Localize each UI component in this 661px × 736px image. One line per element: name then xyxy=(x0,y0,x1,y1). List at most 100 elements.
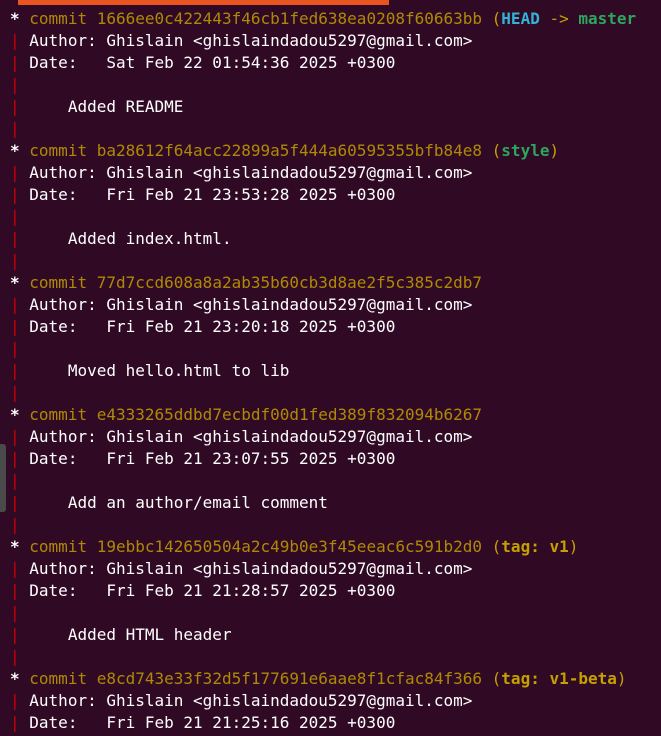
commit-author: Author: Ghislain <ghislaindadou5297@gmai… xyxy=(29,691,473,710)
refs-open: ( xyxy=(482,9,502,28)
tag-ref: tag: v1 xyxy=(501,537,569,556)
graph-edge: | xyxy=(10,229,20,248)
graph-edge: | xyxy=(10,515,20,534)
commit-author: Author: Ghislain <ghislaindadou5297@gmai… xyxy=(29,427,473,446)
ref-arrow: -> xyxy=(539,9,579,28)
blank-line: | xyxy=(10,206,661,228)
author-line: | Author: Ghislain <ghislaindadou5297@gm… xyxy=(10,690,661,712)
commit-hash: e4333265ddbd7ecbdf00d1fed389f832094b6267 xyxy=(96,405,483,424)
graph-edge: | xyxy=(10,647,20,666)
terminal-window[interactable]: * commit 1666ee0c422443f46cb1fed638ea020… xyxy=(0,0,661,736)
message-line: | Added index.html. xyxy=(10,228,661,250)
blank-line: | xyxy=(10,250,661,272)
commit-line: * commit e8cd743e33f32d5f177691e6aae8f1c… xyxy=(10,668,661,690)
blank-line: | xyxy=(10,470,661,492)
author-line: | Author: Ghislain <ghislaindadou5297@gm… xyxy=(10,162,661,184)
date-line: | Date: Fri Feb 21 21:28:57 2025 +0300 xyxy=(10,580,661,602)
date-line: | Date: Fri Feb 21 23:53:28 2025 +0300 xyxy=(10,184,661,206)
refs-close: ) xyxy=(568,537,579,556)
commit-keyword: commit xyxy=(29,273,88,292)
graph-edge: | xyxy=(10,449,20,468)
commit-line: * commit ba28612f64acc22899a5f444a605953… xyxy=(10,140,661,162)
message-line: | Add an author/email comment xyxy=(10,492,661,514)
graph-node: * xyxy=(10,9,20,28)
graph-node: * xyxy=(10,141,20,160)
graph-edge: | xyxy=(10,119,20,138)
commit-date: Date: Sat Feb 22 01:54:36 2025 +0300 xyxy=(29,53,396,72)
graph-edge: | xyxy=(10,603,20,622)
commit-message: Added index.html. xyxy=(29,229,232,248)
scrollbar-handle[interactable] xyxy=(0,444,6,512)
author-line: | Author: Ghislain <ghislaindadou5297@gm… xyxy=(10,294,661,316)
commit-keyword: commit xyxy=(29,669,88,688)
graph-edge: | xyxy=(10,317,20,336)
graph-node: * xyxy=(10,669,20,688)
commit-hash: 77d7ccd608a8a2ab35b60cb3d8ae2f5c385c2db7 xyxy=(96,273,483,292)
refs-close: ) xyxy=(616,669,627,688)
branch-ref: style xyxy=(501,141,550,160)
blank-line: | xyxy=(10,74,661,96)
commit-message: Add an author/email comment xyxy=(29,493,328,512)
commit-keyword: commit xyxy=(29,9,88,28)
commit-date: Date: Fri Feb 21 21:25:16 2025 +0300 xyxy=(29,713,396,732)
commit-keyword: commit xyxy=(29,141,88,160)
graph-edge: | xyxy=(10,31,20,50)
commit-date: Date: Fri Feb 21 23:07:55 2025 +0300 xyxy=(29,449,396,468)
refs-open: ( xyxy=(482,669,502,688)
message-line: | Added README xyxy=(10,96,661,118)
commit-author: Author: Ghislain <ghislaindadou5297@gmai… xyxy=(29,295,473,314)
commit-line: * commit 77d7ccd608a8a2ab35b60cb3d8ae2f5… xyxy=(10,272,661,294)
refs-close: ) xyxy=(549,141,560,160)
blank-line: | xyxy=(10,118,661,140)
commit-author: Author: Ghislain <ghislaindadou5297@gmai… xyxy=(29,559,473,578)
branch-ref: master xyxy=(578,9,637,28)
commit-author: Author: Ghislain <ghislaindadou5297@gmai… xyxy=(29,163,473,182)
graph-edge: | xyxy=(10,251,20,270)
author-line: | Author: Ghislain <ghislaindadou5297@gm… xyxy=(10,426,661,448)
graph-edge: | xyxy=(10,625,20,644)
graph-edge: | xyxy=(10,75,20,94)
commit-message: Moved hello.html to lib xyxy=(29,361,290,380)
commit-keyword: commit xyxy=(29,537,88,556)
author-line: | Author: Ghislain <ghislaindadou5297@gm… xyxy=(10,30,661,52)
commit-message: Added HTML header xyxy=(29,625,232,644)
graph-edge: | xyxy=(10,383,20,402)
blank-line: | xyxy=(10,338,661,360)
date-line: | Date: Sat Feb 22 01:54:36 2025 +0300 xyxy=(10,52,661,74)
date-line: | Date: Fri Feb 21 23:07:55 2025 +0300 xyxy=(10,448,661,470)
commit-line: * commit e4333265ddbd7ecbdf00d1fed389f83… xyxy=(10,404,661,426)
commit-line: * commit 19ebbc142650504a2c49b0e3f45eeac… xyxy=(10,536,661,558)
graph-edge: | xyxy=(10,207,20,226)
commit-hash: 19ebbc142650504a2c49b0e3f45eeac6c591b2d0 xyxy=(96,537,483,556)
blank-line: | xyxy=(10,646,661,668)
graph-edge: | xyxy=(10,427,20,446)
graph-edge: | xyxy=(10,559,20,578)
graph-edge: | xyxy=(10,53,20,72)
tag-ref: tag: v1-beta xyxy=(501,669,617,688)
message-line: | Moved hello.html to lib xyxy=(10,360,661,382)
graph-edge: | xyxy=(10,185,20,204)
graph-edge: | xyxy=(10,361,20,380)
author-line: | Author: Ghislain <ghislaindadou5297@gm… xyxy=(10,558,661,580)
commit-hash: e8cd743e33f32d5f177691e6aae8f1cfac84f366 xyxy=(96,669,483,688)
date-line: | Date: Fri Feb 21 23:20:18 2025 +0300 xyxy=(10,316,661,338)
graph-edge: | xyxy=(10,339,20,358)
graph-edge: | xyxy=(10,163,20,182)
graph-edge: | xyxy=(10,97,20,116)
graph-node: * xyxy=(10,537,20,556)
commit-date: Date: Fri Feb 21 23:53:28 2025 +0300 xyxy=(29,185,396,204)
active-tab-indicator xyxy=(18,0,389,5)
commit-date: Date: Fri Feb 21 23:20:18 2025 +0300 xyxy=(29,317,396,336)
graph-edge: | xyxy=(10,471,20,490)
date-line: | Date: Fri Feb 21 21:25:16 2025 +0300 xyxy=(10,712,661,734)
head-ref: HEAD xyxy=(501,9,540,28)
blank-line: | xyxy=(10,382,661,404)
commit-keyword: commit xyxy=(29,405,88,424)
graph-node: * xyxy=(10,273,20,292)
message-line: | Added HTML header xyxy=(10,624,661,646)
commit-author: Author: Ghislain <ghislaindadou5297@gmai… xyxy=(29,31,473,50)
commit-message: Added README xyxy=(29,97,184,116)
refs-open: ( xyxy=(482,141,502,160)
commit-hash: ba28612f64acc22899a5f444a60595355bfb84e8 xyxy=(96,141,483,160)
blank-line: | xyxy=(10,602,661,624)
